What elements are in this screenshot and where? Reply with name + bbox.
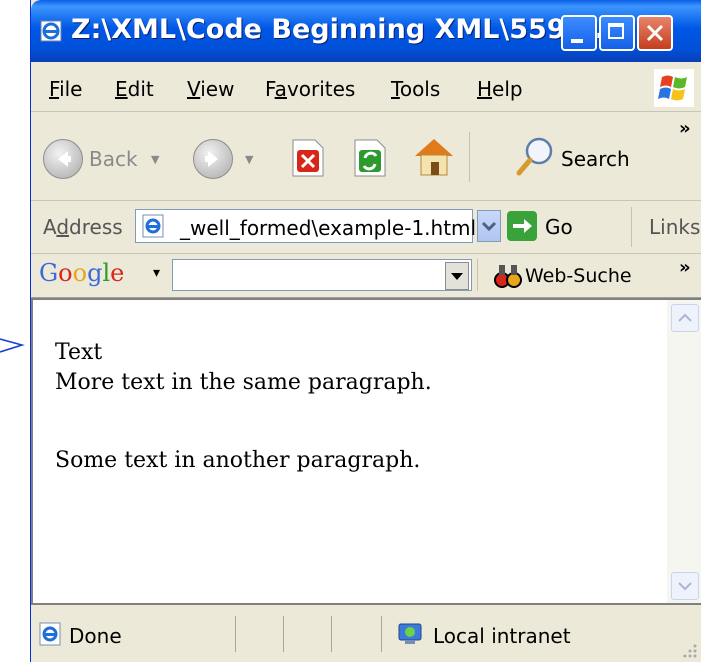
zone-text: Local intranet [433, 624, 571, 648]
page-done-icon [39, 622, 61, 646]
back-dropdown-icon[interactable]: ▼ [151, 153, 159, 166]
content-line-2: More text in the same paragraph. [55, 370, 432, 395]
home-icon [415, 139, 453, 176]
google-menu-dropdown-icon[interactable]: ▾ [153, 265, 160, 281]
forward-dropdown-icon[interactable]: ▼ [245, 153, 253, 166]
google-separator [477, 259, 478, 291]
resize-grip-icon[interactable] [679, 640, 699, 660]
page-content[interactable]: Text More text in the same paragraph. So… [31, 298, 701, 605]
google-toolbar: Google ▾ Web-Suche » [31, 253, 701, 298]
search-button-icon-wrap[interactable] [513, 135, 557, 179]
forward-button[interactable] [193, 139, 233, 179]
go-button[interactable]: Go [545, 215, 573, 239]
minimize-button[interactable] [561, 15, 597, 51]
page-icon [142, 214, 164, 238]
vertical-scrollbar[interactable] [667, 300, 701, 603]
binoculars-icon[interactable] [493, 261, 523, 289]
menu-file[interactable]: File [49, 77, 82, 101]
menu-tools[interactable]: Tools [391, 77, 440, 101]
chevron-up-icon [678, 313, 692, 322]
status-bar: Done Local intranet [31, 606, 701, 662]
close-button[interactable] [637, 15, 673, 51]
windows-logo-icon [654, 69, 694, 107]
google-search-dropdown-button[interactable] [445, 262, 469, 290]
forward-arrow-icon [205, 151, 218, 167]
web-search-button[interactable]: Web-Suche [525, 265, 632, 287]
local-intranet-icon [398, 623, 422, 644]
menu-edit[interactable]: Edit [115, 77, 154, 101]
address-bar: Address _well_formed\example-1.html Go L… [31, 201, 701, 254]
chevron-down-icon [481, 221, 497, 232]
scroll-up-button[interactable] [671, 304, 699, 332]
maximize-button[interactable] [599, 15, 635, 51]
back-label[interactable]: Back [89, 147, 138, 171]
menu-favorites[interactable]: Favorites [265, 77, 355, 101]
internet-explorer-icon [40, 20, 62, 42]
address-dropdown-button[interactable] [477, 210, 501, 242]
content-line-3: Some text in another paragraph. [55, 448, 421, 473]
status-pane [283, 616, 284, 652]
menu-view[interactable]: View [187, 77, 234, 101]
stop-icon [292, 139, 324, 177]
content-line-1: Text [55, 340, 103, 365]
refresh-button[interactable] [351, 138, 389, 178]
status-pane [381, 616, 382, 652]
status-pane [331, 616, 332, 652]
google-search-input[interactable] [172, 259, 472, 291]
standard-toolbar: Back ▼ ▼ Search » [31, 112, 701, 201]
go-arrow-icon[interactable] [507, 211, 537, 241]
status-pane [235, 616, 236, 652]
menu-help[interactable]: Help [477, 77, 523, 101]
title-bar[interactable]: Z:\XML\Code Beginning XML\5598... [31, 0, 701, 62]
back-button[interactable] [43, 139, 83, 179]
chevron-down-icon [678, 582, 692, 591]
links-separator [631, 207, 632, 247]
toolbar-overflow-icon[interactable]: » [679, 118, 691, 139]
google-logo[interactable]: Google [39, 259, 124, 287]
links-button[interactable]: Links [649, 215, 700, 239]
refresh-icon [354, 139, 386, 177]
home-button[interactable] [411, 134, 457, 180]
address-label: Address [43, 215, 123, 239]
close-icon [646, 24, 664, 42]
scroll-down-button[interactable] [671, 572, 699, 600]
menu-bar: File Edit View Favorites Tools Help [31, 63, 701, 112]
stop-button[interactable] [289, 138, 327, 178]
status-text: Done [69, 624, 122, 648]
google-overflow-icon[interactable]: » [679, 257, 691, 278]
address-value: _well_formed\example-1.html [180, 216, 477, 240]
search-icon [516, 137, 553, 176]
browser-window: Z:\XML\Code Beginning XML\5598... File E… [30, 0, 701, 662]
back-arrow-icon [58, 151, 71, 167]
toolbar-separator [469, 132, 470, 182]
search-button[interactable]: Search [561, 147, 630, 171]
chevron-down-icon [451, 273, 463, 280]
window-title: Z:\XML\Code Beginning XML\5598... [71, 14, 616, 45]
address-input[interactable]: _well_formed\example-1.html [135, 209, 477, 243]
